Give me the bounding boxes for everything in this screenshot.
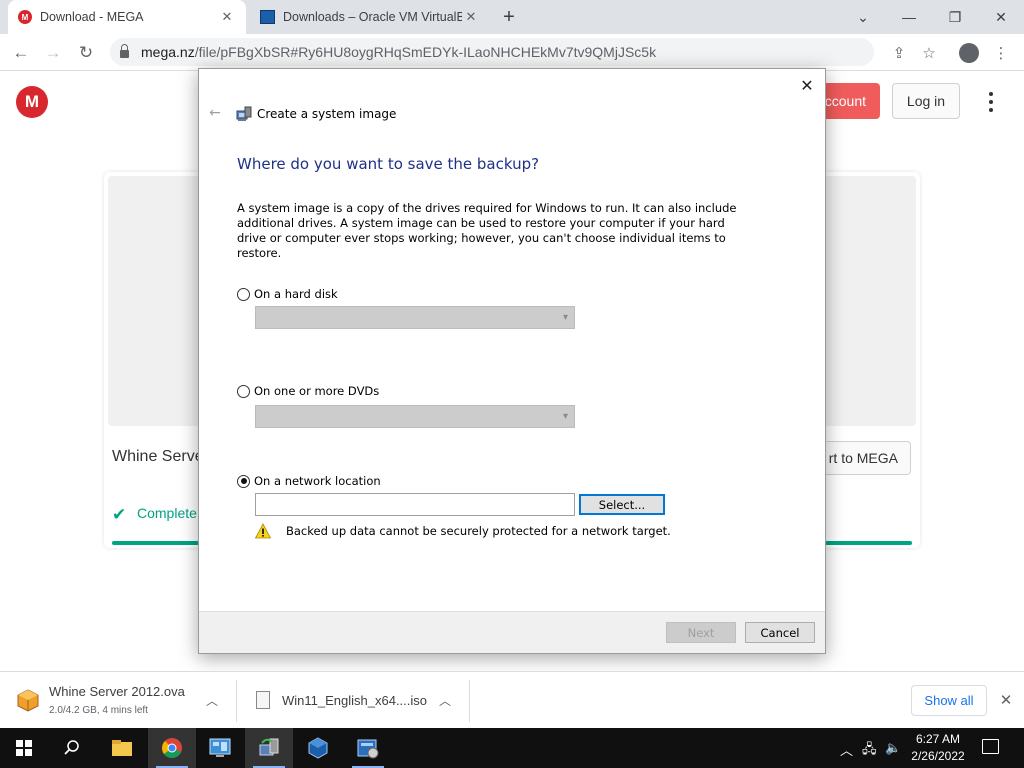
- windows-logo-icon: [16, 740, 32, 756]
- tab-title: Download - MEGA: [40, 10, 144, 24]
- dialog-app-title: Create a system image: [257, 107, 397, 121]
- download-file-name: Win11_English_x64....iso: [282, 693, 428, 708]
- cancel-button[interactable]: Cancel: [745, 622, 815, 643]
- option-label: On a hard disk: [254, 287, 338, 301]
- lock-icon: [120, 44, 129, 58]
- hard-disk-radio[interactable]: [237, 287, 250, 301]
- chevron-down-icon: ▾: [562, 411, 568, 422]
- mega-logo[interactable]: M: [16, 86, 48, 118]
- clock-date: 2/26/2022: [911, 749, 965, 763]
- hard-disk-dropdown: ▾: [255, 306, 575, 329]
- dialog-description: A system image is a copy of the drives r…: [237, 201, 737, 260]
- start-button[interactable]: [0, 728, 48, 768]
- login-button[interactable]: Log in: [892, 83, 960, 119]
- select-button[interactable]: Select...: [579, 494, 665, 515]
- windows-taskbar: ︿ 🖧 🔈 6:27 AM 2/26/2022: [0, 728, 1024, 768]
- profile-avatar-icon[interactable]: [958, 42, 980, 64]
- close-tab-icon[interactable]: ✕: [462, 8, 480, 26]
- option-label: On one or more DVDs: [254, 384, 380, 398]
- network-icon[interactable]: 🖧: [862, 740, 877, 762]
- back-arrow-icon[interactable]: ←: [8, 40, 34, 66]
- browser-tabstrip: M Download - MEGA ✕ Downloads – Oracle V…: [0, 0, 1024, 34]
- divider: [236, 680, 237, 722]
- window-close-icon[interactable]: ✕: [978, 0, 1024, 34]
- chrome-icon[interactable]: [148, 728, 196, 768]
- create-system-image-dialog: ✕ ← Create a system image Where do you w…: [198, 68, 826, 654]
- taskbar-clock[interactable]: 6:27 AM 2/26/2022: [898, 731, 978, 765]
- close-tab-icon[interactable]: ✕: [218, 8, 236, 26]
- complete-check-icon: ✔: [112, 505, 127, 524]
- option-hard-disk[interactable]: On a hard disk: [237, 287, 338, 301]
- file-explorer-icon[interactable]: [98, 728, 146, 768]
- browser-menu-icon[interactable]: ⋮: [990, 42, 1012, 64]
- tab-title: Downloads – Oracle VM VirtualBox: [283, 10, 462, 24]
- virtualbox-favicon: [260, 10, 275, 24]
- notifications-icon[interactable]: [982, 739, 999, 754]
- address-url: mega.nz/file/pFBgXbSR#Ry6HU8oygRHqSmEDYk…: [141, 44, 657, 60]
- address-bar[interactable]: mega.nz/file/pFBgXbSR#Ry6HU8oygRHqSmEDYk…: [110, 38, 874, 66]
- virtualbox-package-icon: [17, 689, 39, 712]
- download-status: Complete: [137, 505, 197, 521]
- clock-time: 6:27 AM: [915, 732, 961, 746]
- divider: [469, 680, 470, 722]
- browser-toolbar: ← → ↻ mega.nz/file/pFBgXbSR#Ry6HU8oygRHq…: [0, 34, 1024, 71]
- network-location-field[interactable]: [255, 493, 575, 516]
- option-dvds[interactable]: On one or more DVDs: [237, 384, 379, 398]
- mega-menu-icon[interactable]: [980, 90, 1002, 114]
- control-panel-icon[interactable]: [196, 728, 244, 768]
- dvd-dropdown: ▾: [255, 405, 575, 428]
- backup-restore-icon[interactable]: [245, 728, 293, 768]
- file-icon: [256, 691, 270, 709]
- back-arrow-icon[interactable]: ←: [207, 105, 223, 121]
- option-label: On a network location: [254, 474, 381, 488]
- close-download-shelf-icon[interactable]: ✕: [996, 690, 1016, 710]
- network-location-radio[interactable]: [237, 474, 250, 488]
- search-icon[interactable]: [48, 728, 96, 768]
- dialog-footer: Next Cancel: [199, 611, 825, 653]
- chevron-up-icon[interactable]: ︿: [437, 692, 453, 708]
- chevron-up-icon[interactable]: ︿: [204, 692, 220, 708]
- bookmark-star-icon[interactable]: ☆: [918, 42, 940, 64]
- download-file-name: Whine Server 2012.ova: [49, 684, 185, 699]
- tab-search-chevron-icon[interactable]: ⌄: [840, 0, 886, 34]
- download-item-iso[interactable]: Win11_English_x64....iso ︿: [238, 672, 468, 729]
- next-button[interactable]: Next: [666, 622, 736, 643]
- dvds-radio[interactable]: [237, 384, 250, 398]
- show-all-button[interactable]: Show all: [911, 685, 987, 716]
- system-image-icon: [236, 106, 252, 121]
- virtualbox-icon[interactable]: [294, 728, 342, 768]
- tab-mega-download[interactable]: M Download - MEGA ✕: [8, 0, 246, 34]
- forward-arrow-icon[interactable]: →: [40, 40, 66, 66]
- show-hidden-icons-chevron-icon[interactable]: ︿: [840, 740, 853, 759]
- reload-icon[interactable]: ↻: [73, 40, 99, 66]
- network-warning-text: Backed up data cannot be securely protec…: [286, 524, 671, 538]
- new-tab-icon[interactable]: +: [498, 6, 520, 28]
- share-icon[interactable]: ⇪: [888, 42, 910, 64]
- minimize-icon[interactable]: —: [886, 0, 932, 34]
- download-item-ova[interactable]: Whine Server 2012.ova 2.0/4.2 GB, 4 mins…: [0, 672, 234, 729]
- tab-virtualbox-downloads[interactable]: Downloads – Oracle VM VirtualBox ✕: [250, 0, 490, 34]
- screen: M Download - MEGA ✕ Downloads – Oracle V…: [0, 0, 1024, 768]
- mega-favicon: M: [18, 10, 32, 24]
- restore-icon[interactable]: ❐: [932, 0, 978, 34]
- dialog-close-icon[interactable]: ✕: [795, 73, 819, 97]
- settings-app-icon[interactable]: [344, 728, 392, 768]
- warning-icon: [255, 523, 271, 539]
- option-network-location[interactable]: On a network location: [237, 474, 381, 488]
- dialog-heading: Where do you want to save the backup?: [237, 155, 540, 173]
- download-progress-text: 2.0/4.2 GB, 4 mins left: [49, 705, 148, 716]
- download-shelf: Whine Server 2012.ova 2.0/4.2 GB, 4 mins…: [0, 671, 1024, 728]
- chevron-down-icon: ▾: [562, 312, 568, 323]
- mega-file-name: Whine Serve: [112, 448, 204, 465]
